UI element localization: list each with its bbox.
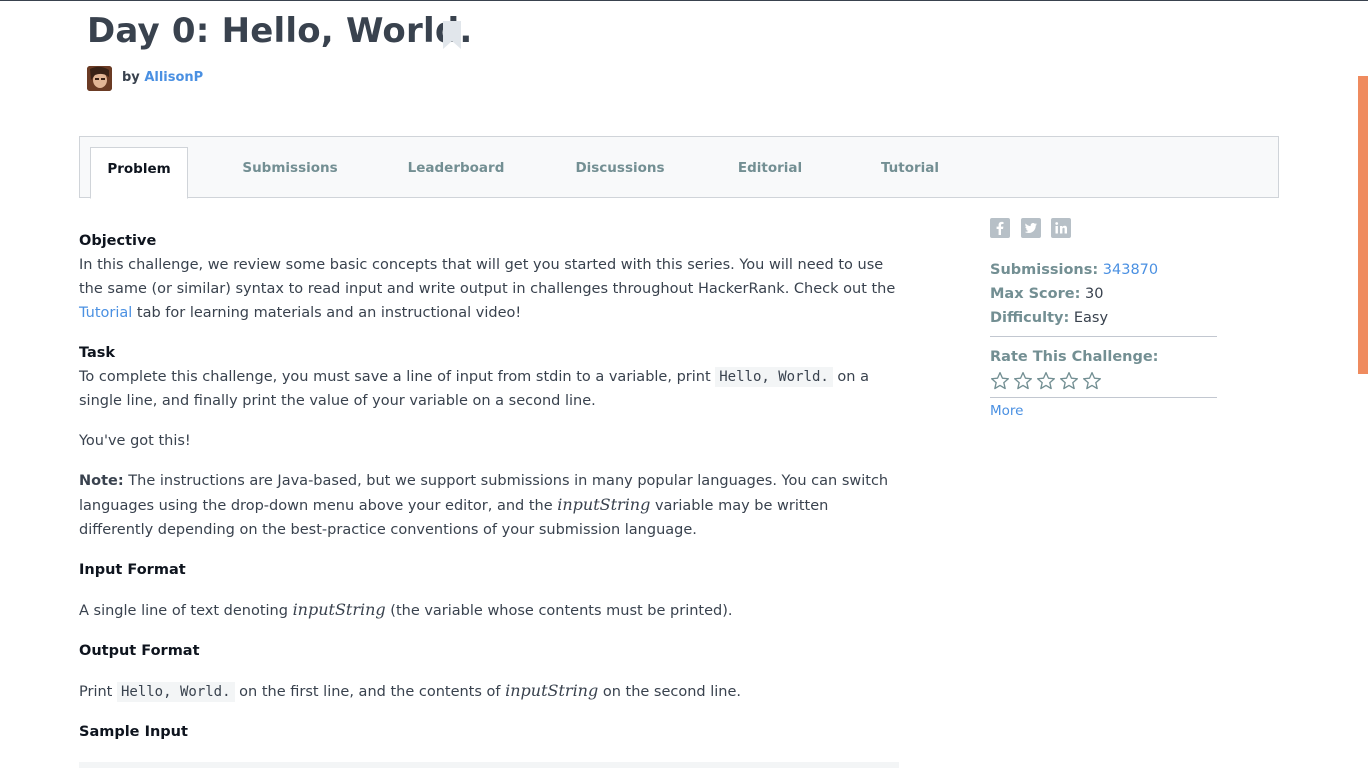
max-score-value: 30 — [1085, 286, 1104, 302]
tab-problem[interactable]: Problem — [90, 147, 188, 199]
tab-tutorial[interactable]: Tutorial — [860, 147, 960, 198]
objective-text: In this challenge, we review some basic … — [79, 253, 899, 325]
sample-input-box — [79, 762, 899, 768]
twitter-icon[interactable] — [1020, 218, 1041, 238]
tab-leaderboard[interactable]: Leaderboard — [396, 147, 516, 198]
task-heading: Task — [79, 345, 116, 361]
facebook-icon[interactable] — [990, 218, 1010, 238]
problem-statement: Objective In this challenge, we review s… — [79, 229, 899, 760]
tutorial-link[interactable]: Tutorial — [79, 305, 132, 321]
star-icon[interactable] — [1059, 371, 1079, 391]
rating-stars — [990, 371, 1217, 395]
note-section: Note: The instructions are Java-based, b… — [79, 469, 899, 542]
input-format-text-part: (the variable whose contents must be pri… — [385, 603, 733, 619]
sample-input-section: Sample Input — [79, 720, 899, 744]
input-format-heading: Input Format — [79, 562, 186, 578]
task-text-part: To complete this challenge, you must sav… — [79, 369, 716, 385]
challenge-sidebar: Submissions: 343870 Max Score: 30 Diffic… — [990, 218, 1217, 419]
avatar[interactable] — [87, 66, 112, 91]
output-format-section: Output Format Print Hello, World. on the… — [79, 639, 899, 704]
page-scrollbar[interactable] — [1358, 1, 1368, 768]
output-format-text-part: Print — [79, 684, 117, 700]
input-format-text: A single line of text denoting inputStri… — [79, 598, 899, 623]
output-format-text: Print Hello, World. on the first line, a… — [79, 679, 899, 704]
share-row — [990, 218, 1217, 240]
encouragement-text: You've got this! — [79, 433, 191, 449]
author-link[interactable]: AllisonP — [144, 70, 203, 85]
output-format-text-part: on the first line, and the contents of — [234, 684, 506, 700]
submissions-stat: Submissions: 343870 — [990, 258, 1217, 282]
input-format-text-part: A single line of text denoting — [79, 603, 293, 619]
inline-code: Hello, World. — [116, 682, 235, 702]
author-photo — [87, 66, 112, 91]
tab-editorial[interactable]: Editorial — [720, 147, 820, 198]
bookmark-icon[interactable] — [443, 21, 461, 49]
note-label: Note: — [79, 473, 124, 489]
page: Day 0: Hello, World. by AllisonP Problem… — [0, 0, 1368, 768]
tab-submissions[interactable]: Submissions — [230, 147, 350, 198]
input-format-section: Input Format A single line of text denot… — [79, 558, 899, 623]
objective-text-part: In this challenge, we review some basic … — [79, 257, 896, 297]
page-title: Day 0: Hello, World. — [87, 11, 473, 51]
star-icon[interactable] — [990, 371, 1010, 391]
challenge-tabs: Problem Submissions Leaderboard Discussi… — [79, 136, 1279, 199]
inline-code: Hello, World. — [715, 367, 833, 387]
task-section: Task To complete this challenge, you mus… — [79, 341, 899, 413]
output-format-heading: Output Format — [79, 643, 200, 659]
math-variable: inputString — [505, 681, 599, 700]
objective-section: Objective In this challenge, we review s… — [79, 229, 899, 325]
difficulty-stat: Difficulty: Easy — [990, 306, 1217, 330]
byline-prefix: by — [122, 70, 140, 85]
tab-discussions[interactable]: Discussions — [560, 147, 680, 198]
byline: by AllisonP — [122, 70, 203, 85]
star-icon[interactable] — [1082, 371, 1102, 391]
rate-challenge-label: Rate This Challenge: — [990, 349, 1159, 365]
sidebar-divider — [990, 397, 1217, 398]
encouragement-section: You've got this! — [79, 429, 899, 453]
math-variable: inputString — [557, 495, 651, 514]
submissions-count-link[interactable]: 343870 — [1103, 262, 1158, 278]
linkedin-icon[interactable] — [1051, 218, 1072, 238]
objective-text-part: tab for learning materials and an instru… — [132, 305, 522, 321]
scrollbar-thumb[interactable] — [1358, 76, 1368, 374]
difficulty-label: Difficulty: — [990, 310, 1070, 326]
task-text: To complete this challenge, you must sav… — [79, 365, 899, 413]
output-format-text-part: on the second line. — [598, 684, 742, 700]
max-score-stat: Max Score: 30 — [990, 282, 1217, 306]
max-score-label: Max Score: — [990, 286, 1081, 302]
star-icon[interactable] — [1013, 371, 1033, 391]
star-icon[interactable] — [1036, 371, 1056, 391]
math-variable: inputString — [292, 600, 386, 619]
more-link[interactable]: More — [990, 403, 1023, 419]
difficulty-value: Easy — [1073, 310, 1109, 326]
note-text: Note: The instructions are Java-based, b… — [79, 469, 899, 542]
submissions-label: Submissions: — [990, 262, 1099, 278]
sample-input-heading: Sample Input — [79, 724, 188, 740]
sidebar-divider — [990, 336, 1217, 337]
objective-heading: Objective — [79, 233, 157, 249]
